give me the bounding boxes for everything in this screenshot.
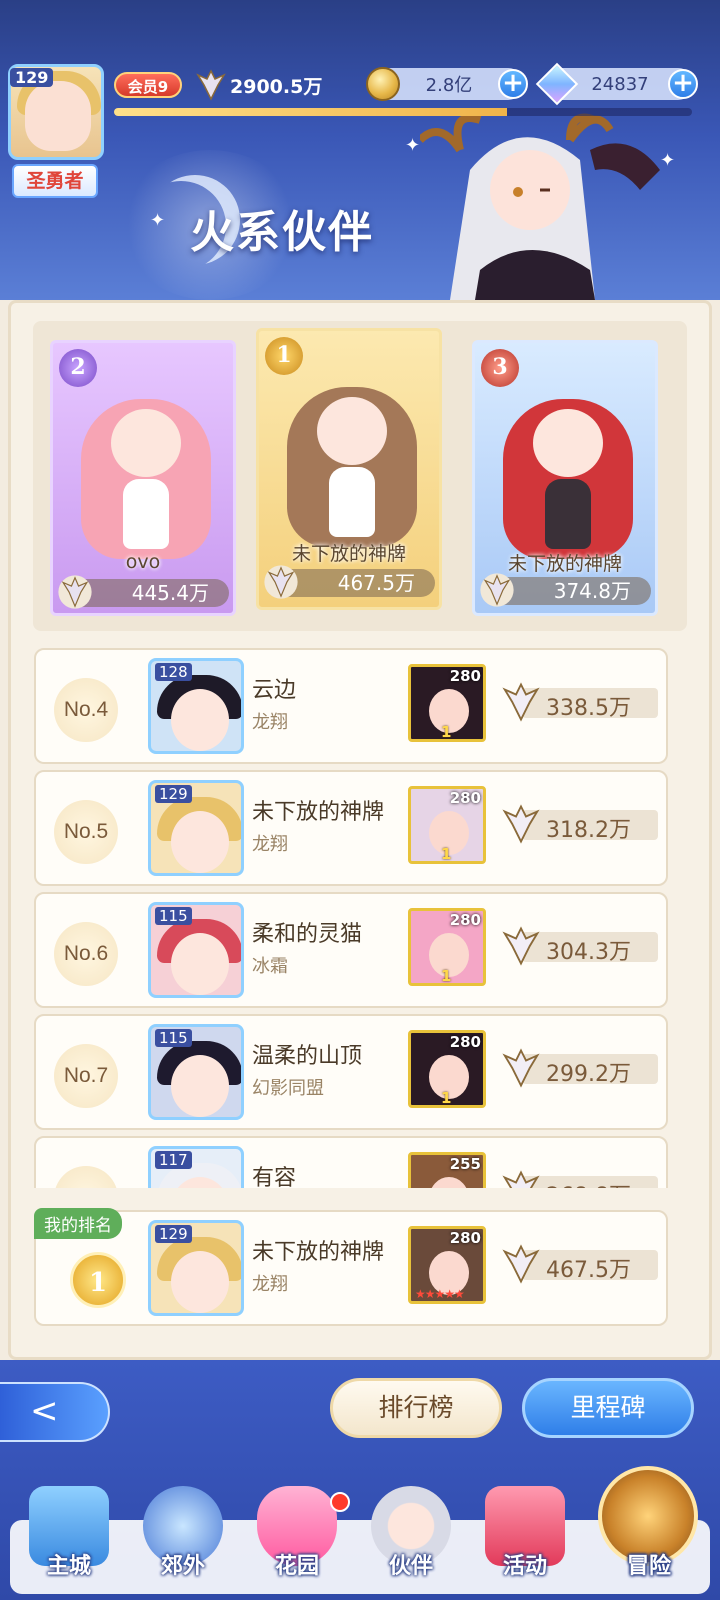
nav-garden[interactable]: 花园 — [242, 1470, 352, 1600]
player-name: 温柔的山顶 — [252, 1044, 363, 1069]
avatar[interactable]: 115 — [148, 902, 244, 998]
trophy-icon — [480, 573, 514, 607]
nav-outskirts[interactable]: 郊外 — [128, 1470, 238, 1600]
nav-events[interactable]: 活动 — [470, 1470, 580, 1600]
row-power: 467.5万 — [502, 1244, 662, 1286]
add-gold-button[interactable]: + — [498, 69, 528, 99]
gold-currency: 2.8亿 + — [366, 67, 528, 101]
trophy-icon — [58, 575, 92, 609]
star-rating: ★★★★★ — [415, 1287, 465, 1301]
guild-name: 幻影同盟 — [252, 1078, 324, 1099]
my-rank-row[interactable]: 我的排名 1 129 未下放的神牌 龙翔 280 ★★★★★ 467.5万 — [34, 1208, 668, 1326]
total-power-value: 2900.5万 — [230, 75, 323, 98]
podium-power: 445.4万 — [58, 575, 229, 609]
avatar[interactable]: 115 — [148, 1024, 244, 1120]
row-power: 304.3万 — [502, 926, 662, 968]
partner-chibi-art — [81, 379, 211, 559]
vip-badge[interactable]: 会员9 — [114, 72, 182, 98]
exp-bar-fill — [114, 108, 508, 116]
row-power: 268.8万 — [502, 1170, 662, 1188]
trophy-icon — [502, 1048, 540, 1088]
table-row[interactable]: No.8 117 有容 255 268.8万 — [34, 1136, 668, 1188]
rank-number: No.5 — [54, 800, 118, 864]
leaderboard-button[interactable]: 排行榜 — [330, 1378, 502, 1438]
header-banner: ✦ ✦ ✦ 火系伙伴 — [0, 0, 720, 300]
partner-chibi-art — [503, 379, 633, 559]
podium-power: 374.8万 — [480, 573, 651, 607]
partner-chibi-art — [287, 367, 417, 547]
player-name: 有容 — [252, 1166, 297, 1188]
podium-name: ovo — [125, 551, 161, 573]
nav-partners[interactable]: 伙伴 — [356, 1470, 466, 1600]
trophy-icon — [264, 565, 298, 599]
add-gem-button[interactable]: + — [668, 69, 698, 99]
trophy-icon — [502, 926, 540, 966]
player-name: 柔和的灵猫 — [252, 922, 363, 947]
player-level: 129 — [10, 68, 54, 87]
ranking-list[interactable]: No.4 128 云边 龙翔 280 1 338.5万 No.5 129 未下放… — [28, 648, 678, 1188]
rank-number: No.6 — [54, 922, 118, 986]
podium-card-rank-2[interactable]: 2 ovo 445.4万 — [50, 340, 236, 616]
trophy-icon — [502, 1170, 540, 1188]
gem-currency: 24837 + — [535, 62, 698, 106]
partner-icon[interactable]: 280 1 — [408, 1030, 486, 1108]
gold-value: 2.8亿 — [425, 75, 473, 96]
table-row[interactable]: No.7 115 温柔的山顶 幻影同盟 280 1 299.2万 — [34, 1014, 668, 1130]
back-arrow-icon: < — [30, 1391, 59, 1431]
podium-power: 467.5万 — [264, 565, 435, 599]
trophy-icon — [502, 682, 540, 722]
notification-dot — [330, 1492, 350, 1512]
podium-card-rank-1[interactable]: 1 未下放的神牌 467.5万 — [256, 328, 442, 610]
page-title: 火系伙伴 — [190, 207, 374, 258]
avatar[interactable]: 129 — [148, 1220, 244, 1316]
rank-number: No.7 — [54, 1044, 118, 1108]
partner-icon[interactable]: 280 1 — [408, 908, 486, 986]
sparkle-icon: ✦ — [405, 135, 421, 156]
total-power: 2900.5万 — [196, 68, 322, 102]
podium-card-rank-3[interactable]: 3 未下放的神牌 374.8万 — [472, 340, 658, 616]
sparkle-icon: ✦ — [150, 210, 166, 231]
player-title-badge[interactable]: 圣勇者 — [12, 164, 98, 198]
rank-number: No.4 — [54, 678, 118, 742]
row-power: 338.5万 — [502, 682, 662, 724]
partner-icon[interactable]: 255 — [408, 1152, 486, 1188]
gem-value: 24837 — [591, 73, 649, 95]
avatar[interactable]: 129 — [148, 780, 244, 876]
guild-name: 冰霜 — [252, 956, 288, 977]
trophy-icon — [502, 804, 540, 844]
guild-name: 龙翔 — [252, 712, 288, 733]
trophy-icon — [196, 69, 226, 101]
coin-icon — [366, 67, 400, 101]
exp-bar — [114, 108, 692, 116]
back-button[interactable]: < — [0, 1382, 110, 1442]
guild-name: 龙翔 — [252, 1274, 288, 1295]
milestone-button[interactable]: 里程碑 — [522, 1378, 694, 1438]
rank-number: No.8 — [54, 1166, 118, 1188]
partner-icon[interactable]: 280 ★★★★★ — [408, 1226, 486, 1304]
partner-icon[interactable]: 280 1 — [408, 786, 486, 864]
row-power: 299.2万 — [502, 1048, 662, 1090]
partner-icon[interactable]: 280 1 — [408, 664, 486, 742]
table-row[interactable]: No.6 115 柔和的灵猫 冰霜 280 1 304.3万 — [34, 892, 668, 1008]
player-name: 未下放的神牌 — [252, 800, 385, 825]
podium-name: 未下放的神牌 — [291, 543, 406, 565]
guild-name: 龙翔 — [252, 834, 288, 855]
table-row[interactable]: No.4 128 云边 龙翔 280 1 338.5万 — [34, 648, 668, 764]
avatar[interactable]: 128 — [148, 658, 244, 754]
player-name: 云边 — [252, 678, 297, 703]
my-rank-label: 我的排名 — [34, 1208, 122, 1239]
trophy-icon — [502, 1244, 540, 1284]
avatar[interactable]: 117 — [148, 1146, 244, 1188]
featured-character-art — [420, 113, 660, 300]
row-power: 318.2万 — [502, 804, 662, 846]
nav-main-city[interactable]: 主城 — [14, 1470, 124, 1600]
table-row[interactable]: No.5 129 未下放的神牌 龙翔 280 1 318.2万 — [34, 770, 668, 886]
my-rank-medal: 1 — [70, 1252, 126, 1308]
player-name: 未下放的神牌 — [252, 1240, 385, 1265]
